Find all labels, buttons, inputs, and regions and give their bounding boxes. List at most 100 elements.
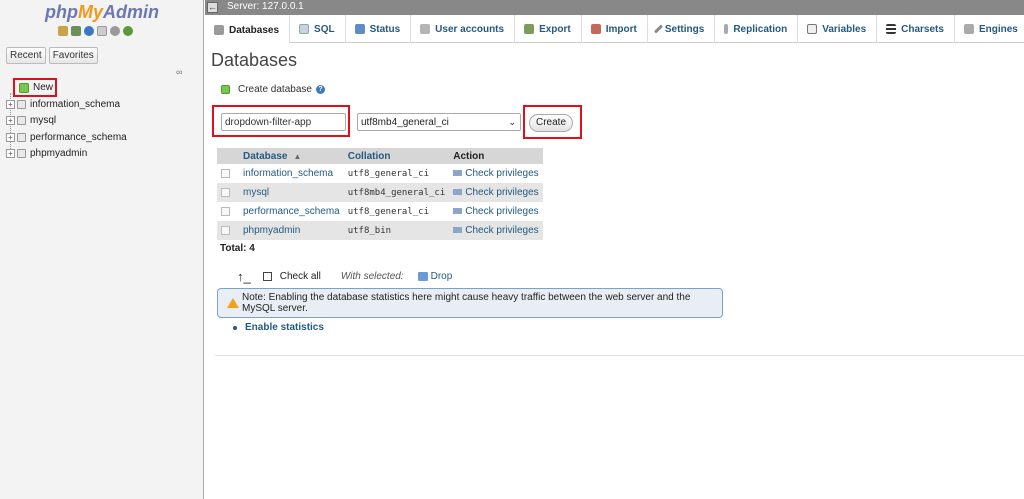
settings-icon[interactable] (110, 26, 120, 36)
table-row: performance_schema utf8_general_ci Check… (217, 202, 543, 221)
create-button[interactable]: Create (529, 114, 573, 132)
tab-variables[interactable]: Variables (798, 15, 878, 43)
tab-charsets[interactable]: Charsets (877, 15, 955, 43)
database-link[interactable]: information_schema (243, 168, 333, 179)
expand-icon[interactable]: + (6, 149, 15, 159)
replication-icon (724, 24, 729, 34)
create-database-icon (221, 85, 230, 94)
enable-statistics-link[interactable]: Enable statistics (245, 322, 324, 333)
logout-icon[interactable] (71, 26, 81, 36)
new-database-link[interactable]: New (13, 78, 57, 97)
tab-status[interactable]: Status (346, 15, 412, 43)
check-privileges-link[interactable]: Check privileges (465, 168, 538, 179)
check-privileges-link[interactable]: Check privileges (465, 206, 538, 217)
select-column-header (217, 148, 239, 164)
collation-selected-value: utf8mb4_general_ci (361, 116, 449, 128)
server-breadcrumb-bar: ← Server: 127.0.0.1 (205, 0, 1024, 15)
tab-import[interactable]: Import (582, 15, 648, 43)
total-count: Total: 4 (220, 243, 255, 254)
import-icon (590, 24, 601, 34)
with-selected-label: With selected: (340, 271, 404, 282)
row-checkbox[interactable] (221, 168, 230, 178)
tab-sql[interactable]: SQL (290, 15, 346, 43)
drop-button[interactable]: Drop (431, 271, 453, 282)
database-link[interactable]: performance_schema (243, 206, 340, 217)
status-icon (354, 24, 365, 34)
database-link[interactable]: phpmyadmin (243, 225, 300, 236)
create-database-heading: Create database ? (221, 84, 325, 95)
check-privileges-link[interactable]: Check privileges (465, 187, 538, 198)
database-icon (17, 132, 26, 142)
tree-item-mysql[interactable]: + mysql (6, 113, 127, 130)
logo-text-admin: Admin (103, 2, 159, 22)
database-icon (17, 149, 26, 159)
tab-label: Replication (733, 23, 788, 35)
tree-item-information-schema[interactable]: + information_schema (6, 96, 127, 113)
navigation-panel: phpMyAdmin Recent Favorites ∞ New + info… (0, 0, 204, 499)
warning-icon (227, 298, 239, 308)
expand-icon[interactable]: + (6, 116, 15, 126)
sql-icon (299, 24, 310, 34)
wrench-icon (653, 24, 663, 34)
action-column-header: Action (449, 148, 543, 164)
help-icon[interactable] (84, 26, 94, 36)
header-label: Action (453, 150, 485, 162)
note-text: Note: Enabling the database statistics h… (242, 292, 691, 314)
check-all-checkbox[interactable] (262, 272, 272, 281)
home-icon[interactable] (58, 26, 68, 36)
tree-item-label[interactable]: performance_schema (30, 132, 127, 143)
collation-value: utf8_bin (347, 226, 392, 236)
bulk-actions-row: ↑_ Check all With selected: Drop (237, 268, 453, 284)
help-icon[interactable]: ? (315, 85, 325, 94)
tree-item-phpmyadmin[interactable]: + phpmyadmin (6, 146, 127, 163)
arrow-up-icon: ↑_ (237, 268, 251, 284)
collation-column-header[interactable]: Collation (343, 148, 450, 164)
database-column-header[interactable]: Database ▲ (239, 148, 344, 164)
variables-icon (807, 24, 818, 34)
tab-label: Charsets (901, 23, 944, 35)
table-row: information_schema utf8_general_ci Check… (217, 164, 543, 183)
check-privileges-link[interactable]: Check privileges (465, 225, 538, 236)
header-label: Collation (347, 150, 391, 162)
favorites-tab[interactable]: Favorites (48, 47, 98, 64)
phpmyadmin-logo[interactable]: phpMyAdmin (0, 2, 204, 23)
tab-user-accounts[interactable]: User accounts (411, 15, 516, 43)
docs-icon[interactable] (97, 26, 107, 36)
database-icon (17, 99, 26, 109)
database-name-input[interactable] (221, 113, 346, 131)
tree-item-label[interactable]: phpmyadmin (30, 148, 87, 159)
tab-engines[interactable]: Engines (955, 15, 1024, 43)
tab-settings[interactable]: Settings (648, 15, 716, 43)
databases-table: Database ▲ Collation Action information_s… (217, 148, 543, 240)
collation-value: utf8_general_ci (347, 169, 429, 179)
expand-icon[interactable]: + (6, 132, 15, 142)
tab-export[interactable]: Export (515, 15, 582, 43)
drop-icon (417, 272, 428, 281)
database-link[interactable]: mysql (243, 187, 269, 198)
tab-label: SQL (314, 23, 335, 35)
row-checkbox[interactable] (221, 225, 230, 235)
collapse-panel-button[interactable]: ← (207, 2, 218, 13)
tree-item-performance-schema[interactable]: + performance_schema (6, 129, 127, 146)
server-breadcrumb[interactable]: Server: 127.0.0.1 (227, 1, 304, 12)
tab-label: Settings (664, 23, 705, 35)
tab-databases[interactable]: Databases (205, 15, 291, 43)
tab-label: Export (539, 23, 571, 35)
tree-item-label[interactable]: mysql (30, 115, 56, 126)
bullet-icon (233, 325, 237, 330)
table-row: mysql utf8mb4_general_ci Check privilege… (217, 183, 543, 202)
new-label: New (33, 82, 54, 93)
check-all-label[interactable]: Check all (280, 271, 321, 282)
row-checkbox[interactable] (221, 206, 230, 216)
reload-icon[interactable] (123, 26, 133, 36)
privileges-icon (453, 208, 463, 215)
expand-icon[interactable]: + (6, 99, 15, 109)
tree-item-label[interactable]: information_schema (30, 99, 120, 110)
row-checkbox[interactable] (221, 187, 230, 197)
link-with-main-panel-icon[interactable]: ∞ (176, 67, 182, 77)
sort-ascending-icon: ▲ (293, 151, 302, 161)
recent-tab[interactable]: Recent (6, 47, 46, 64)
export-icon (524, 24, 535, 34)
tab-replication[interactable]: Replication (715, 15, 799, 43)
collation-select[interactable]: utf8mb4_general_ci ⌄ (357, 113, 521, 131)
